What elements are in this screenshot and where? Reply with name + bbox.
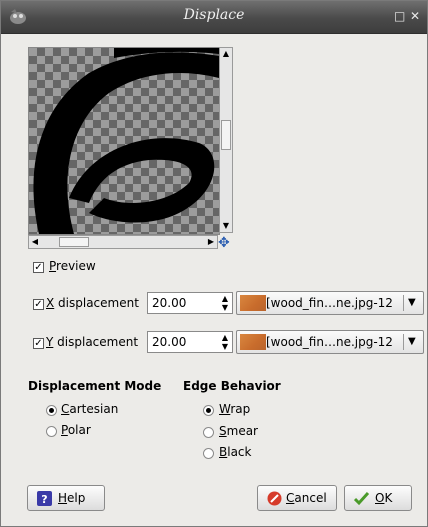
scroll-down-icon[interactable]: ▼ — [220, 220, 232, 232]
black-label[interactable]: Black — [219, 445, 251, 459]
y-displacement-spinbutton[interactable]: 20.00 ▲ ▼ — [147, 331, 233, 353]
cancel-icon — [267, 491, 282, 506]
scroll-left-icon[interactable]: ◀ — [29, 236, 41, 248]
smear-label[interactable]: Smear — [219, 424, 258, 438]
wrap-radio[interactable] — [203, 405, 214, 416]
preview-checkbox[interactable]: ✓ — [33, 262, 44, 273]
y-displacement-checkbox[interactable]: ✓ — [33, 338, 44, 349]
x-displacement-map-combo[interactable]: [wood_fin…ne.jpg-12 ▼ — [236, 291, 424, 315]
titlebar[interactable]: Displace □ ✕ — [1, 1, 427, 34]
preview-image[interactable] — [28, 47, 220, 235]
y-displacement-value[interactable]: 20.00 — [152, 335, 186, 349]
spin-arrows-icon[interactable]: ▲ ▼ — [220, 294, 230, 312]
scroll-up-icon[interactable]: ▲ — [220, 48, 232, 60]
smear-radio[interactable] — [203, 427, 214, 438]
x-displacement-value[interactable]: 20.00 — [152, 296, 186, 310]
x-displacement-map-name: [wood_fin…ne.jpg-12 — [266, 296, 393, 310]
vertical-scroll-thumb[interactable] — [221, 120, 231, 150]
window-title: Displace — [183, 7, 245, 23]
map-thumbnail — [240, 295, 266, 311]
wrap-label[interactable]: Wrap — [219, 402, 250, 416]
cancel-label: Cancel — [286, 491, 327, 505]
horizontal-scroll-thumb[interactable] — [59, 237, 89, 247]
polar-radio[interactable] — [46, 426, 57, 437]
preview-vertical-scrollbar[interactable]: ▲ ▼ — [219, 47, 233, 233]
navigate-icon[interactable]: ✥ — [218, 236, 232, 250]
help-label: Help — [58, 491, 86, 505]
cartesian-label[interactable]: Cartesian — [61, 402, 118, 416]
y-displacement-label[interactable]: Y displacement — [46, 335, 138, 349]
preview-artwork — [33, 48, 219, 234]
maximize-button[interactable]: □ — [394, 9, 405, 23]
map-thumbnail — [240, 334, 266, 350]
scroll-right-icon[interactable]: ▶ — [205, 236, 217, 248]
x-displacement-label[interactable]: X displacement — [46, 296, 139, 310]
y-displacement-map-combo[interactable]: [wood_fin…ne.jpg-12 ▼ — [236, 330, 424, 354]
x-displacement-checkbox[interactable]: ✓ — [33, 299, 44, 310]
displace-dialog: Displace □ ✕ ▲ ▼ ◀ ▶ ✥ ✓ Preview ✓ X dis… — [0, 0, 428, 527]
ok-button[interactable]: OK — [344, 485, 412, 511]
dropdown-arrow-icon[interactable]: ▼ — [408, 336, 416, 347]
black-radio[interactable] — [203, 448, 214, 459]
svg-text:?: ? — [41, 493, 47, 506]
displacement-mode-heading: Displacement Mode — [28, 379, 162, 393]
edge-behavior-heading: Edge Behavior — [183, 379, 281, 393]
ok-label: OK — [375, 491, 393, 505]
x-displacement-spinbutton[interactable]: 20.00 ▲ ▼ — [147, 292, 233, 314]
help-icon: ? — [37, 491, 52, 506]
checkmark-icon — [354, 491, 369, 506]
cancel-button[interactable]: Cancel — [257, 485, 337, 511]
dropdown-arrow-icon[interactable]: ▼ — [408, 297, 416, 308]
spin-arrows-icon[interactable]: ▲ ▼ — [220, 333, 230, 351]
preview-horizontal-scrollbar[interactable]: ◀ ▶ — [28, 235, 218, 249]
help-button[interactable]: ? Help — [27, 485, 105, 511]
preview-label[interactable]: Preview — [49, 259, 96, 273]
close-button[interactable]: ✕ — [410, 9, 420, 23]
cartesian-radio[interactable] — [46, 405, 57, 416]
polar-label[interactable]: Polar — [61, 423, 91, 437]
y-displacement-map-name: [wood_fin…ne.jpg-12 — [266, 335, 393, 349]
